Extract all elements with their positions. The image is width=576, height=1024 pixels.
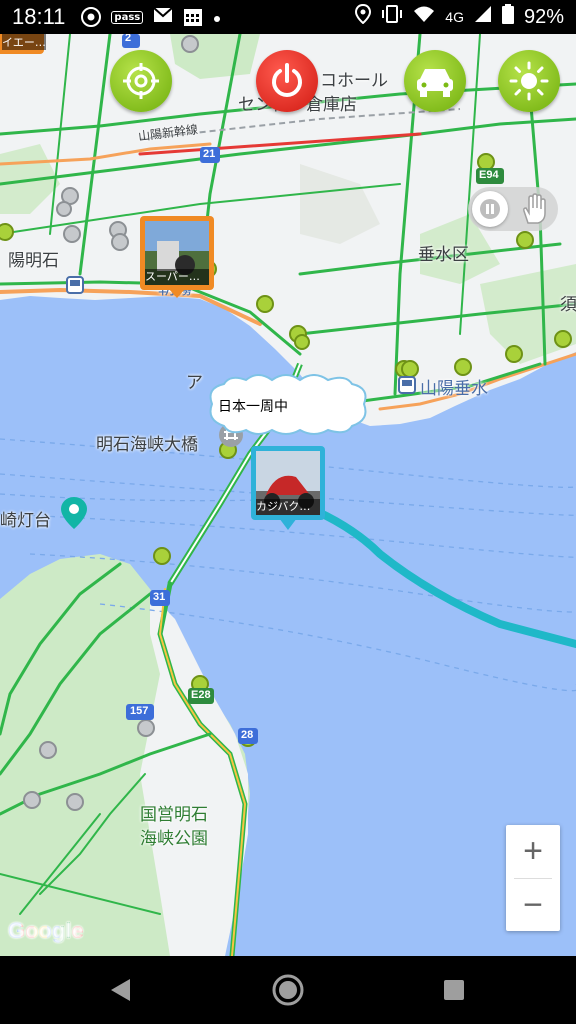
home-button[interactable] — [268, 970, 308, 1010]
power-button[interactable] — [256, 50, 318, 112]
zoom-out-button[interactable]: − — [506, 879, 560, 931]
chrome-icon — [81, 7, 102, 27]
zoom-controls: + − — [506, 825, 560, 931]
zoom-in-button[interactable]: + — [506, 825, 560, 877]
car-icon — [417, 69, 453, 97]
label-su: 須 — [560, 295, 576, 315]
back-button[interactable] — [100, 970, 140, 1010]
brightness-button[interactable] — [498, 50, 560, 112]
power-icon — [272, 63, 302, 97]
target-button[interactable] — [110, 50, 172, 112]
pause-icon — [480, 199, 500, 219]
label-park-line1: 国営明石 — [140, 805, 208, 825]
road-shield-e94: E94 — [479, 169, 499, 181]
calendar-icon — [183, 7, 203, 27]
tracking-toggle[interactable] — [468, 187, 558, 231]
tarumi-station-icon — [398, 376, 416, 394]
photo-marker-orange[interactable]: スーパー… — [140, 216, 214, 298]
pass-icon: pass — [111, 10, 144, 24]
road-shield-2: 2 — [125, 34, 132, 44]
vibrate-icon — [381, 4, 403, 30]
road-shield-28: 28 — [241, 729, 254, 741]
train-station-icon — [66, 276, 84, 294]
battery-icon — [501, 4, 514, 30]
battery-percent: 92% — [523, 5, 564, 28]
photo-marker-top-caption: イエー… — [2, 34, 46, 50]
pause-knob[interactable] — [472, 191, 508, 227]
photo-marker-top[interactable]: イエー… — [0, 34, 46, 54]
back-icon — [111, 979, 130, 1001]
status-time: 18:11 — [12, 4, 66, 29]
marker-caption: カジバク… — [256, 499, 320, 515]
car-button[interactable] — [404, 50, 466, 112]
location-icon — [355, 3, 372, 30]
network-type: 4G — [445, 9, 464, 25]
road-shield-31: 31 — [153, 591, 166, 603]
system-icons: 4G 92% — [355, 0, 564, 34]
dot-icon — [213, 8, 221, 27]
bubble-text: 日本一周中 — [218, 399, 288, 415]
google-logo: Google — [8, 918, 84, 944]
road-shield-157: 157 — [130, 705, 149, 717]
hand-icon — [523, 193, 546, 224]
label-bridge: 明石海峡大橋 — [96, 435, 198, 455]
signal-icon — [474, 5, 492, 29]
lighthouse-poi-icon[interactable] — [60, 496, 88, 530]
map-view[interactable]: 2 21 E94 31 E28 157 28 コホール セン神戸倉庫店 山陽新幹… — [0, 34, 576, 956]
road-shield-e28: E28 — [191, 689, 211, 701]
label-akashi-station: 陽明石 — [8, 251, 59, 271]
marker-caption: スーパー… — [145, 269, 209, 285]
road-shield-21: 21 — [203, 148, 216, 160]
label-park-line2: 海峡公園 — [140, 829, 208, 849]
notification-icons: pass — [81, 7, 221, 27]
home-icon — [272, 974, 304, 1006]
mail-icon — [153, 7, 173, 27]
target-icon — [123, 63, 159, 99]
google-logo-text: Google — [8, 918, 84, 943]
photo-marker-current[interactable]: カジバク… — [251, 446, 325, 530]
recents-icon — [444, 980, 464, 1000]
status-bar: 18:11 pass 4G 92% — [0, 0, 576, 34]
label-sanyo-tarumi: 山陽垂水 — [420, 379, 488, 399]
label-tarumi-ward: 垂水区 — [418, 245, 469, 265]
label-lighthouse: 崎灯台 — [0, 511, 51, 531]
label-hall: コホール — [320, 71, 388, 91]
brightness-icon — [509, 61, 549, 101]
label-a: ア — [186, 373, 203, 393]
recents-button[interactable] — [434, 970, 474, 1010]
wifi-icon — [413, 5, 435, 29]
navigation-bar — [0, 956, 576, 1024]
